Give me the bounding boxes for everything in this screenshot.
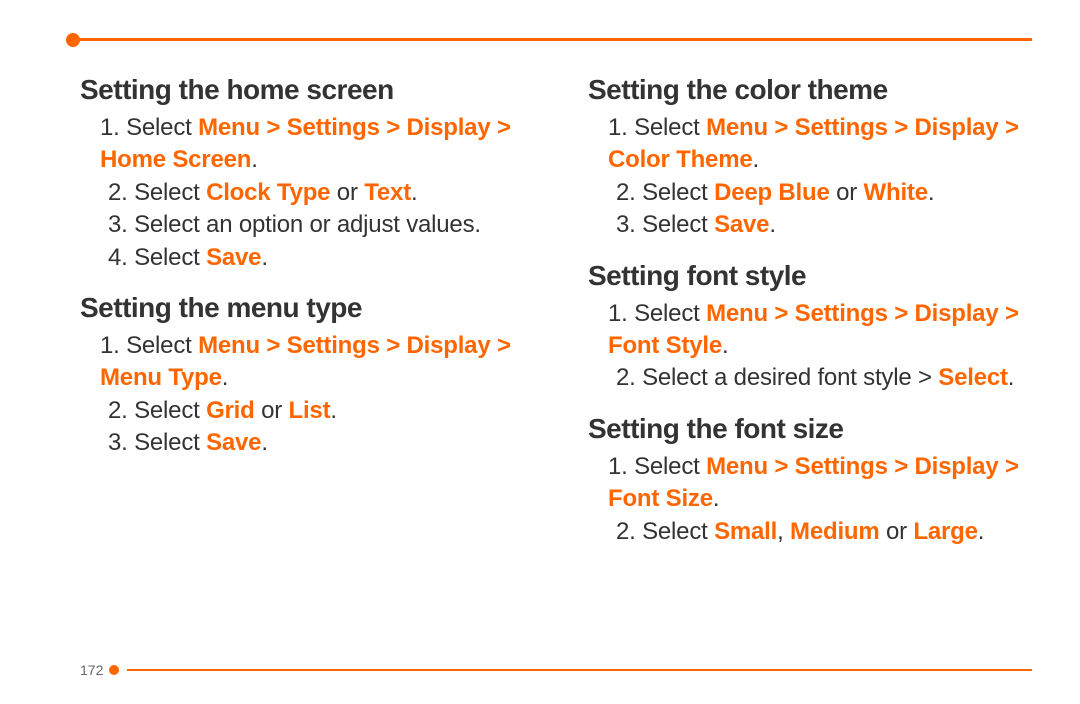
- step-1: 1. Select Menu > Settings > Display > Ho…: [80, 112, 524, 177]
- content-columns: Setting the home screen 1. Select Menu >…: [80, 74, 1032, 548]
- step-1: 1. Select Menu > Settings > Display > Co…: [588, 112, 1032, 177]
- footer-rule: [127, 669, 1032, 671]
- step-4: 4. Select Save.: [80, 242, 524, 274]
- step-1: 1. Select Menu > Settings > Display > Me…: [80, 330, 524, 395]
- step-2: 2. Select Clock Type or Text.: [80, 177, 524, 209]
- header-rule: [72, 38, 1032, 41]
- footer-rule-dot: [109, 665, 119, 675]
- section-heading: Setting the menu type: [80, 292, 524, 324]
- section-heading: Setting the font size: [588, 413, 1032, 445]
- header-rule-dot: [66, 33, 80, 47]
- section-font-style: Setting font style 1. Select Menu > Sett…: [588, 260, 1032, 395]
- section-font-size: Setting the font size 1. Select Menu > S…: [588, 413, 1032, 548]
- page-footer: 172: [80, 662, 1032, 678]
- step-1: 1. Select Menu > Settings > Display > Fo…: [588, 451, 1032, 516]
- step-3: 3. Select Save.: [588, 209, 1032, 241]
- step-2: 2. Select Grid or List.: [80, 395, 524, 427]
- section-heading: Setting the color theme: [588, 74, 1032, 106]
- step-3: 3. Select Save.: [80, 427, 524, 459]
- step-2: 2. Select Deep Blue or White.: [588, 177, 1032, 209]
- step-1: 1. Select Menu > Settings > Display > Fo…: [588, 298, 1032, 363]
- step-2: 2. Select a desired font style > Select.: [588, 362, 1032, 394]
- section-menu-type: Setting the menu type 1. Select Menu > S…: [80, 292, 524, 460]
- page-number: 172: [80, 662, 103, 678]
- left-column: Setting the home screen 1. Select Menu >…: [80, 74, 524, 548]
- section-heading: Setting the home screen: [80, 74, 524, 106]
- section-heading: Setting font style: [588, 260, 1032, 292]
- section-home-screen: Setting the home screen 1. Select Menu >…: [80, 74, 524, 274]
- section-color-theme: Setting the color theme 1. Select Menu >…: [588, 74, 1032, 242]
- step-2: 2. Select Small, Medium or Large.: [588, 516, 1032, 548]
- right-column: Setting the color theme 1. Select Menu >…: [588, 74, 1032, 548]
- step-3: 3. Select an option or adjust values.: [80, 209, 524, 241]
